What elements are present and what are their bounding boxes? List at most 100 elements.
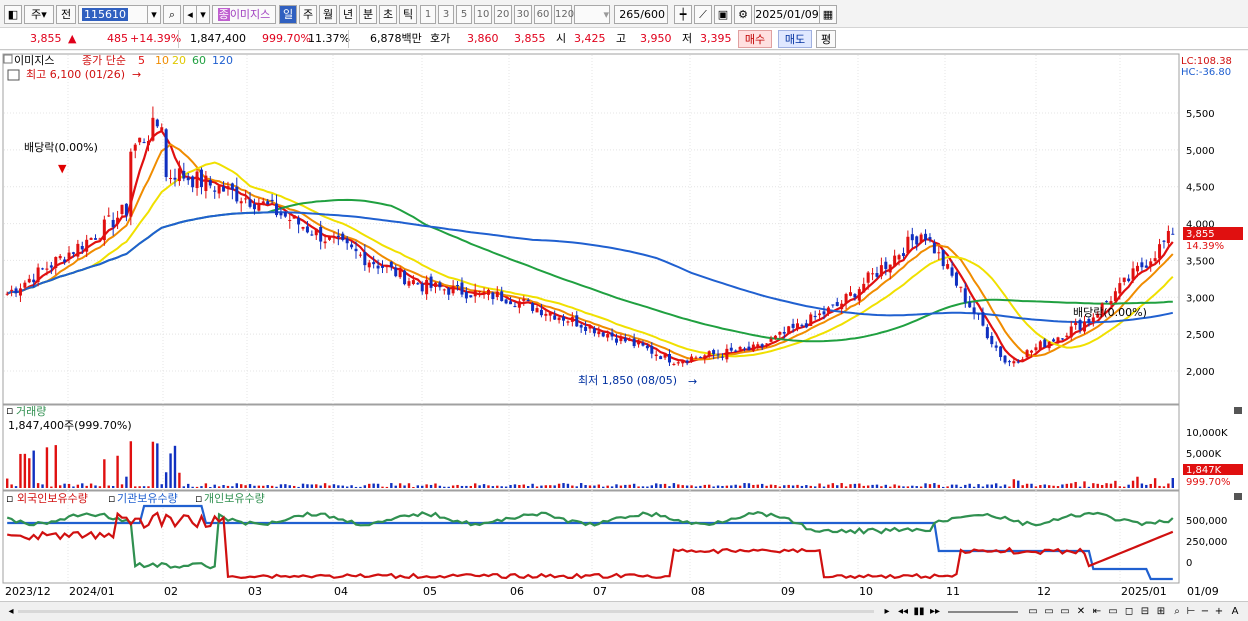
volume-bar xyxy=(10,484,13,488)
candle-body xyxy=(473,290,477,297)
volume-bar xyxy=(986,484,989,488)
legend-ma-5: 5 xyxy=(138,54,145,67)
sell-button[interactable]: 매도 xyxy=(778,30,812,48)
candle-body xyxy=(985,327,989,339)
volume-bar xyxy=(235,483,238,488)
candle-body xyxy=(275,203,279,216)
candle-body xyxy=(460,282,464,295)
period-tick[interactable]: 틱 xyxy=(399,5,417,24)
candle-body xyxy=(266,201,270,205)
volume-bar xyxy=(880,486,883,488)
collapse-icon[interactable]: ⊢ xyxy=(1184,604,1198,619)
fast-forward-icon[interactable]: ▸▸ xyxy=(928,604,942,619)
y-tick-label: 3,000 xyxy=(1186,293,1215,304)
date-field[interactable]: 2025/01/09 xyxy=(754,5,820,24)
scroll-left-icon[interactable]: ◂ xyxy=(4,604,18,619)
volume-bar xyxy=(363,485,367,488)
volume-bar xyxy=(606,485,609,488)
period-week[interactable]: 주 xyxy=(299,5,317,24)
layout-icon-1[interactable]: ▭ xyxy=(1026,604,1040,619)
volume-bar xyxy=(98,486,102,488)
volume-bar xyxy=(381,486,384,488)
interval-1[interactable]: 1 xyxy=(420,5,436,24)
tool-icon-4[interactable]: ◻ xyxy=(1122,604,1136,619)
candle-body xyxy=(601,332,605,337)
chevron-down-icon[interactable]: ▾ xyxy=(147,5,161,24)
minus-icon[interactable]: − xyxy=(1198,604,1212,619)
volume-bar xyxy=(619,485,623,488)
gear-icon[interactable]: ⚙ xyxy=(734,5,752,24)
draw-tool-icon[interactable]: ⟋ xyxy=(694,5,712,24)
interval-30[interactable]: 30 xyxy=(514,5,532,24)
volume-bar xyxy=(41,484,44,488)
stock-name-field[interactable]: 종이미지스 xyxy=(212,5,276,24)
tool-icon-1[interactable]: ✕ xyxy=(1074,604,1088,619)
candle-body xyxy=(297,218,301,225)
prev-button[interactable]: 전 xyxy=(56,5,76,24)
save-icon[interactable]: ▣ xyxy=(714,5,732,24)
interval-60[interactable]: 60 xyxy=(534,5,552,24)
tool-icon-3[interactable]: ▭ xyxy=(1106,604,1120,619)
period-month[interactable]: 월 xyxy=(319,5,337,24)
interval-select[interactable]: ▾ xyxy=(574,5,610,24)
text-tool-icon[interactable]: A xyxy=(1228,604,1242,619)
candle-type-icon[interactable]: ┿ xyxy=(674,5,692,24)
tool-icon-5[interactable]: ⊟ xyxy=(1138,604,1152,619)
volume-tag-text: 1,847K xyxy=(1186,465,1222,476)
plus-icon[interactable]: + xyxy=(1212,604,1226,619)
volume-bar xyxy=(1171,478,1174,488)
layout-icon-3[interactable]: ▭ xyxy=(1058,604,1072,619)
eval-button[interactable]: 평 xyxy=(816,30,836,48)
volume-bar xyxy=(32,450,35,488)
tool-icon-6[interactable]: ⊞ xyxy=(1154,604,1168,619)
candle-body xyxy=(116,217,120,224)
period-second[interactable]: 초 xyxy=(379,5,397,24)
chevron-down-icon-2[interactable]: ▾ xyxy=(196,5,210,24)
volume-bar xyxy=(19,453,22,488)
interval-120[interactable]: 120 xyxy=(554,5,574,24)
window-icon[interactable]: ◧ xyxy=(4,5,22,24)
volume-bar xyxy=(540,485,543,488)
pause-icon[interactable]: ▮▮ xyxy=(912,604,926,619)
stock-chart[interactable]: 이미지스 종가 단순 5 10 20 60 120 최고 6,100 (01/2… xyxy=(0,51,1248,601)
candle-body xyxy=(182,170,186,179)
period-day[interactable]: 일 xyxy=(279,5,297,24)
search-icon[interactable]: ⌕ xyxy=(163,5,181,24)
interval-20[interactable]: 20 xyxy=(494,5,512,24)
layout-icon-2[interactable]: ▭ xyxy=(1042,604,1056,619)
candle-body xyxy=(120,204,124,214)
chart-area[interactable]: 이미지스 종가 단순 5 10 20 60 120 최고 6,100 (01/2… xyxy=(0,51,1248,601)
rewind-icon[interactable]: ◂◂ xyxy=(896,604,910,619)
speaker-icon[interactable]: ◂ xyxy=(183,5,197,24)
candle-body xyxy=(773,335,777,339)
stock-code-input[interactable]: 115610 xyxy=(78,5,148,24)
holding-panel-close-icon[interactable] xyxy=(1234,493,1242,500)
grid-icon[interactable] xyxy=(7,69,20,81)
interval-10[interactable]: 10 xyxy=(474,5,492,24)
interval-5[interactable]: 5 xyxy=(456,5,472,24)
volume-bar xyxy=(628,484,631,488)
candle-body xyxy=(129,151,133,217)
horizontal-scrollbar[interactable] xyxy=(18,610,874,613)
quote-ask: 3,860 xyxy=(467,32,499,45)
zoom-out-search-icon[interactable]: ⌕ xyxy=(1170,604,1184,619)
candle-body xyxy=(261,201,265,205)
period-year[interactable]: 년 xyxy=(339,5,357,24)
candle-body xyxy=(632,338,636,347)
calendar-icon[interactable]: ▦ xyxy=(819,5,837,24)
tool-icon-2[interactable]: ⇤ xyxy=(1090,604,1104,619)
scroll-right-icon[interactable]: ▸ xyxy=(880,604,894,619)
zoom-slider[interactable] xyxy=(948,611,1018,613)
buy-button[interactable]: 매수 xyxy=(738,30,772,48)
candle-body xyxy=(1171,233,1175,235)
volume-panel-close-icon[interactable] xyxy=(1234,407,1242,414)
count-field[interactable]: 265/600 xyxy=(614,5,668,24)
volume-bar xyxy=(111,486,115,488)
volume-bar xyxy=(103,459,106,488)
period-minute[interactable]: 분 xyxy=(359,5,377,24)
interval-3[interactable]: 3 xyxy=(438,5,454,24)
candle-body xyxy=(818,313,822,316)
candle-body xyxy=(659,356,663,360)
period-select[interactable]: 주▾ xyxy=(24,5,54,24)
candle-body xyxy=(478,291,482,293)
